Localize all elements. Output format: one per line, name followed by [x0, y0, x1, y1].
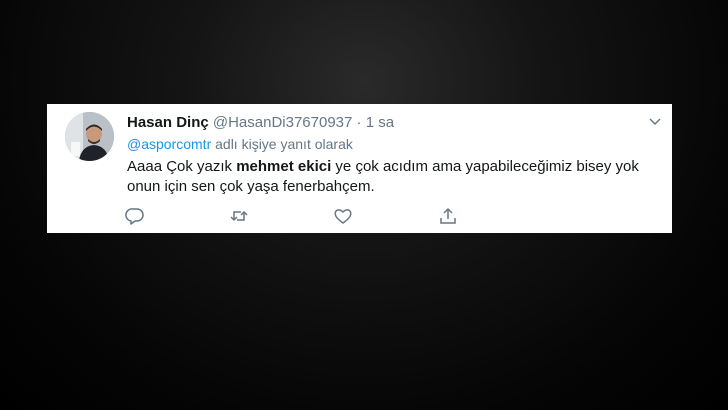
timestamp[interactable]: 1 sa — [366, 114, 394, 131]
chevron-down-icon[interactable] — [648, 114, 662, 128]
user-handle[interactable]: @HasanDi37670937 — [213, 114, 353, 131]
separator-dot: · — [356, 114, 362, 131]
tweet-text: Aaaa Çok yazık mehmet ekici ye çok acıdı… — [127, 157, 657, 197]
display-name[interactable]: Hasan Dinç — [127, 114, 209, 131]
retweet-icon[interactable] — [229, 206, 249, 226]
reply-context: @asporcomtr adlı kişiye yanıt olarak — [127, 136, 353, 153]
tweet-text-part1: Aaaa Çok yazık — [127, 158, 237, 175]
tweet-header: Hasan Dinç @HasanDi37670937 · 1 sa — [127, 114, 394, 132]
tweet-actions — [47, 206, 672, 226]
tweet-text-bold-mention: mehmet ekici — [236, 158, 332, 175]
reply-to-handle-link[interactable]: @asporcomtr — [127, 136, 211, 152]
heart-icon[interactable] — [333, 206, 353, 226]
tweet-card[interactable]: Hasan Dinç @HasanDi37670937 · 1 sa @aspo… — [47, 104, 672, 233]
reply-icon[interactable] — [125, 206, 145, 226]
share-icon[interactable] — [438, 206, 458, 226]
reply-context-label: adlı kişiye yanıt olarak — [215, 136, 353, 152]
avatar[interactable] — [65, 112, 114, 161]
